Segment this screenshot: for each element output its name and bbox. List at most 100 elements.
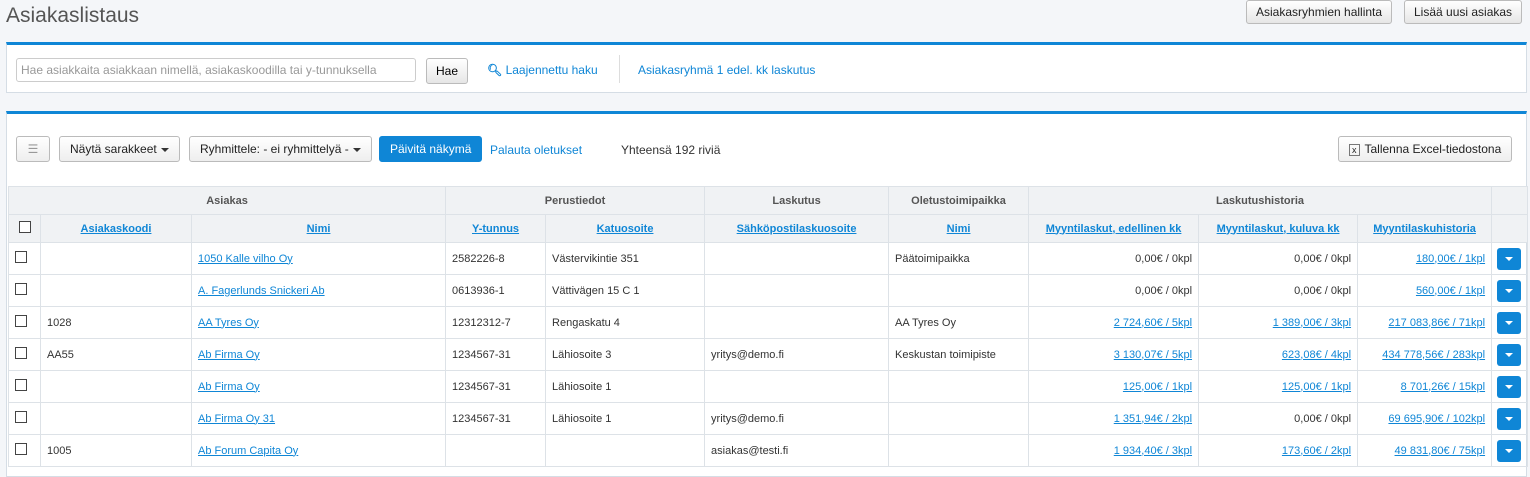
row-actions-dropdown[interactable] bbox=[1497, 343, 1522, 366]
cell-code: 1005 bbox=[40, 434, 192, 467]
reset-defaults-link[interactable]: Palauta oletukset bbox=[490, 143, 582, 157]
prev-link[interactable]: 125,00€ / 1kpl bbox=[1123, 381, 1192, 393]
row-checkbox[interactable] bbox=[15, 283, 27, 295]
sort-column-link[interactable]: Nimi bbox=[947, 223, 971, 235]
show-columns-button[interactable]: Näytä sarakkeet bbox=[59, 136, 180, 162]
sort-column-link[interactable]: Y-tunnus bbox=[472, 223, 519, 235]
cur-link[interactable]: 173,60€ / 2kpl bbox=[1282, 445, 1351, 457]
cell-address: Rengaskatu 4 bbox=[545, 306, 706, 339]
advanced-search-link[interactable]: 🔍︎ Laajennettu haku bbox=[487, 63, 598, 77]
cur-text: 0,00€ / 0kpl bbox=[1294, 412, 1352, 425]
group-header: Perustiedot bbox=[445, 186, 706, 215]
email-text: yritys@demo.fi bbox=[711, 412, 784, 425]
row-checkbox[interactable] bbox=[15, 443, 27, 455]
table-row[interactable]: 1005 Ab Forum Capita Oy asiakas@testi.fi 1 … bbox=[8, 434, 1529, 467]
saved-search-link[interactable]: Asiakasryhmä 1 edel. kk laskutus bbox=[638, 63, 815, 77]
cell-office bbox=[888, 402, 1030, 435]
row-checkbox[interactable] bbox=[15, 347, 27, 359]
prev-link[interactable]: 1 351,94€ / 2kpl bbox=[1114, 413, 1192, 425]
cell-prev: 125,00€ / 1kpl bbox=[1028, 370, 1200, 403]
export-excel-label: Tallenna Excel-tiedostona bbox=[1364, 142, 1502, 156]
refresh-view-button[interactable]: Päivitä näkymä bbox=[379, 136, 483, 162]
cell-code bbox=[40, 274, 192, 307]
cur-link[interactable]: 1 389,00€ / 3kpl bbox=[1273, 317, 1351, 329]
search-panel: Hae 🔍︎ Laajennettu haku Asiakasryhmä 1 e… bbox=[6, 42, 1527, 93]
cell-address: Västervikintie 351 bbox=[545, 242, 706, 275]
customer-groups-button[interactable]: Asiakasryhmien hallinta bbox=[1246, 0, 1393, 24]
row-checkbox[interactable] bbox=[15, 315, 27, 327]
name-link[interactable]: AA Tyres Oy bbox=[198, 317, 259, 329]
cur-link[interactable]: 623,08€ / 4kpl bbox=[1282, 349, 1351, 361]
row-actions-dropdown[interactable] bbox=[1497, 311, 1522, 334]
hist-link[interactable]: 434 778,56€ / 283kpl bbox=[1382, 349, 1485, 361]
layers-button[interactable]: ☰ bbox=[16, 136, 50, 162]
prev-link[interactable]: 2 724,60€ / 5kpl bbox=[1114, 317, 1192, 329]
cell-prev: 3 130,07€ / 5kpl bbox=[1028, 338, 1200, 371]
select-all-checkbox[interactable] bbox=[18, 221, 31, 233]
table-row[interactable]: AA55 Ab Firma Oy 1234567-31 Lähiosoite 3 yri… bbox=[8, 338, 1529, 371]
sort-column-link[interactable]: Myyntilaskut, kuluva kk bbox=[1217, 223, 1340, 235]
address-text: Vättivägen 15 C 1 bbox=[552, 284, 640, 297]
row-checkbox[interactable] bbox=[15, 379, 27, 391]
add-customer-button[interactable]: Lisää uusi asiakas bbox=[1404, 0, 1523, 24]
export-excel-button[interactable]: x Tallenna Excel-tiedostona bbox=[1338, 136, 1513, 162]
name-link[interactable]: Ab Firma Oy bbox=[198, 349, 260, 361]
office-text: Päätoimipaikka bbox=[895, 252, 970, 265]
cell-office: AA Tyres Oy bbox=[888, 306, 1030, 339]
row-actions-dropdown[interactable] bbox=[1497, 375, 1522, 398]
ytunnus-text: 2582226-8 bbox=[452, 252, 505, 265]
sort-column-link[interactable]: Katuosoite bbox=[597, 223, 654, 235]
cell-ytunnus: 2582226-8 bbox=[445, 242, 547, 275]
column-header-row: Asiakaskoodi Nimi Y-tunnus Katuosoite Sä… bbox=[8, 214, 1529, 243]
cell-code: 1028 bbox=[40, 306, 192, 339]
name-link[interactable]: Ab Forum Capita Oy bbox=[198, 445, 298, 457]
hist-link[interactable]: 217 083,86€ / 71kpl bbox=[1388, 317, 1485, 329]
name-link[interactable]: Ab Firma Oy 31 bbox=[198, 413, 275, 425]
hist-link[interactable]: 49 831,80€ / 75kpl bbox=[1395, 445, 1486, 457]
row-actions-dropdown[interactable] bbox=[1497, 439, 1522, 462]
group-by-dropdown[interactable]: Ryhmittele: - ei ryhmittelyä - bbox=[189, 136, 372, 162]
hist-link[interactable]: 180,00€ / 1kpl bbox=[1416, 253, 1485, 265]
cell-email: asiakas@testi.fi bbox=[704, 434, 890, 467]
cur-link[interactable]: 125,00€ / 1kpl bbox=[1282, 381, 1351, 393]
table-row[interactable]: 1050 Kalle vilho Oy 2582226-8 Västervikint… bbox=[8, 242, 1529, 275]
table-row[interactable]: A. Fagerlunds Snickeri Ab 0613936-1 Vättiv… bbox=[8, 274, 1529, 307]
row-checkbox[interactable] bbox=[15, 251, 27, 263]
table-row[interactable]: Ab Firma Oy 31 1234567-31 Lähiosoite 1 yrit… bbox=[8, 402, 1529, 435]
name-link[interactable]: Ab Firma Oy bbox=[198, 381, 260, 393]
code-text: 1028 bbox=[47, 316, 72, 329]
row-actions-dropdown[interactable] bbox=[1497, 279, 1522, 302]
row-actions-dropdown[interactable] bbox=[1497, 407, 1522, 430]
cell-prev: 1 934,40€ / 3kpl bbox=[1028, 434, 1200, 467]
name-link[interactable]: 1050 Kalle vilho Oy bbox=[198, 253, 293, 265]
sort-column-link[interactable]: Sähköpostilaskuosoite bbox=[737, 223, 857, 235]
email-text: asiakas@testi.fi bbox=[711, 444, 789, 457]
row-checkbox[interactable] bbox=[15, 411, 27, 423]
prev-link[interactable]: 1 934,40€ / 3kpl bbox=[1114, 445, 1192, 457]
customer-list-panel: ☰ Näytä sarakkeet Ryhmittele: - ei ryhmi… bbox=[6, 111, 1529, 477]
row-actions-dropdown[interactable] bbox=[1497, 247, 1522, 270]
prev-link[interactable]: 3 130,07€ / 5kpl bbox=[1114, 349, 1192, 361]
hist-link[interactable]: 8 701,26€ / 15kpl bbox=[1401, 381, 1485, 393]
cell-code bbox=[40, 242, 192, 275]
table-row[interactable]: Ab Firma Oy 1234567-31 Lähiosoite 1 125,00€… bbox=[8, 370, 1529, 403]
sort-column-link[interactable]: Myyntilaskuhistoria bbox=[1373, 223, 1476, 235]
cell-name: A. Fagerlunds Snickeri Ab bbox=[190, 274, 447, 307]
ytunnus-text: 1234567-31 bbox=[452, 412, 511, 425]
cur-text: 0,00€ / 0kpl bbox=[1294, 284, 1352, 297]
search-input[interactable] bbox=[16, 58, 416, 82]
address-text: Lähiosoite 1 bbox=[552, 380, 612, 393]
name-link[interactable]: A. Fagerlunds Snickeri Ab bbox=[198, 285, 325, 297]
address-text: Rengaskatu 4 bbox=[552, 316, 620, 329]
cell-name: Ab Firma Oy 31 bbox=[190, 402, 447, 435]
cell-name: AA Tyres Oy bbox=[190, 306, 447, 339]
search-button[interactable]: Hae bbox=[426, 58, 468, 84]
sort-column-link[interactable]: Nimi bbox=[307, 223, 331, 235]
hist-link[interactable]: 560,00€ / 1kpl bbox=[1416, 285, 1485, 297]
sort-column-link[interactable]: Myyntilaskut, edellinen kk bbox=[1046, 223, 1182, 235]
table-row[interactable]: 1028 AA Tyres Oy 12312312-7 Rengaskatu 4 AA … bbox=[8, 306, 1529, 339]
sort-column-link[interactable]: Asiakaskoodi bbox=[81, 223, 152, 235]
cell-cur: 0,00€ / 0kpl bbox=[1198, 402, 1359, 435]
hist-link[interactable]: 69 695,90€ / 102kpl bbox=[1388, 413, 1485, 425]
group-header: Laskutushistoria bbox=[1028, 186, 1493, 215]
